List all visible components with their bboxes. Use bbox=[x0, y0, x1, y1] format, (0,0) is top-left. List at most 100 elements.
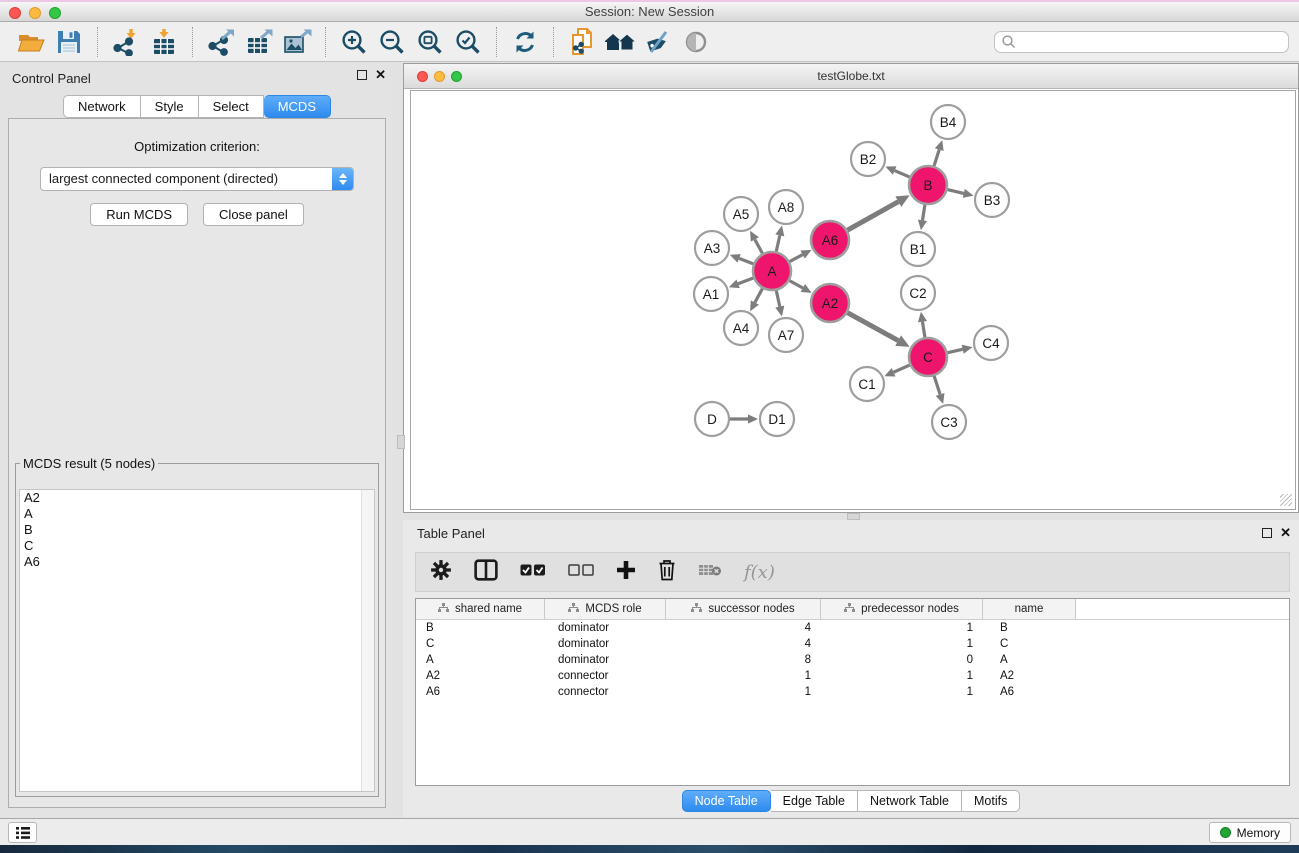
hide-node-labels-icon[interactable] bbox=[639, 26, 677, 58]
table-cell[interactable]: 1 bbox=[666, 684, 821, 700]
show-columns-icon[interactable] bbox=[474, 559, 498, 586]
table-row[interactable]: A6connector11A6 bbox=[416, 684, 1289, 700]
minimize-window-button[interactable] bbox=[29, 7, 41, 19]
table-cell[interactable]: dominator bbox=[545, 652, 666, 668]
column-header-predecessor-nodes[interactable]: predecessor nodes bbox=[821, 599, 983, 619]
export-table-icon[interactable] bbox=[240, 26, 278, 58]
table-cell[interactable]: B bbox=[983, 620, 1076, 636]
show-graphics-details-icon[interactable] bbox=[677, 26, 715, 58]
mcds-result-list[interactable]: A2ABCA6 bbox=[19, 489, 375, 792]
open-file-icon[interactable] bbox=[12, 26, 50, 58]
graph-edge-A-A5[interactable] bbox=[755, 239, 763, 253]
tab-style[interactable]: Style bbox=[141, 95, 199, 118]
zoom-selected-icon[interactable] bbox=[449, 26, 487, 58]
table-row[interactable]: Bdominator41B bbox=[416, 620, 1289, 636]
table-tab-motifs[interactable]: Motifs bbox=[962, 790, 1020, 812]
table-cell[interactable]: A6 bbox=[983, 684, 1076, 700]
table-cell[interactable]: 1 bbox=[821, 684, 983, 700]
graph-edge-A-A2[interactable] bbox=[790, 281, 803, 288]
float-panel-icon[interactable] bbox=[357, 70, 367, 80]
table-cell[interactable]: C bbox=[983, 636, 1076, 652]
column-settings-gear-icon[interactable] bbox=[430, 559, 452, 586]
graph-edge-A-A1[interactable] bbox=[738, 278, 753, 284]
delete-table-disabled-icon[interactable] bbox=[698, 562, 722, 583]
import-network-icon[interactable] bbox=[107, 26, 145, 58]
column-header-shared-name[interactable]: shared name bbox=[416, 599, 545, 619]
graph-edge-A6-B[interactable] bbox=[847, 202, 898, 231]
import-table-icon[interactable] bbox=[145, 26, 183, 58]
save-session-icon[interactable] bbox=[50, 26, 88, 58]
table-cell[interactable]: A bbox=[983, 652, 1076, 668]
float-table-panel-icon[interactable] bbox=[1262, 528, 1272, 538]
table-row[interactable]: Cdominator41C bbox=[416, 636, 1289, 652]
network-canvas[interactable]: B4B2BB3A8A5A6A3B1AA1C2A2A4A7C4CC1C3DD1 bbox=[410, 90, 1296, 510]
table-cell[interactable]: 1 bbox=[821, 636, 983, 652]
mcds-result-item[interactable]: A bbox=[20, 506, 374, 522]
zoom-out-icon[interactable] bbox=[373, 26, 411, 58]
column-header-successor-nodes[interactable]: successor nodes bbox=[666, 599, 821, 619]
table-cell[interactable]: dominator bbox=[545, 620, 666, 636]
close-panel-button[interactable]: Close panel bbox=[203, 203, 304, 226]
table-cell[interactable]: A2 bbox=[416, 668, 545, 684]
export-image-icon[interactable] bbox=[278, 26, 316, 58]
zoom-in-icon[interactable] bbox=[335, 26, 373, 58]
add-column-icon[interactable] bbox=[616, 560, 636, 585]
table-cell[interactable]: 4 bbox=[666, 636, 821, 652]
graph-edge-A-A3[interactable] bbox=[739, 258, 753, 263]
table-tab-node-table[interactable]: Node Table bbox=[682, 790, 771, 812]
table-cell[interactable]: C bbox=[416, 636, 545, 652]
tab-mcds[interactable]: MCDS bbox=[264, 95, 331, 118]
search-input[interactable] bbox=[1017, 35, 1288, 49]
graph-edge-B-B3[interactable] bbox=[947, 190, 963, 194]
browser-home-icon[interactable] bbox=[601, 26, 639, 58]
vertical-scroll-thumb[interactable] bbox=[397, 435, 405, 449]
close-window-button[interactable] bbox=[9, 7, 21, 19]
graph-edge-C-C4[interactable] bbox=[948, 349, 963, 352]
select-all-checkboxes-icon[interactable] bbox=[520, 563, 546, 582]
table-cell[interactable]: 8 bbox=[666, 652, 821, 668]
network-minimize-button[interactable] bbox=[434, 71, 445, 82]
mcds-result-item[interactable]: B bbox=[20, 522, 374, 538]
table-tab-network-table[interactable]: Network Table bbox=[858, 790, 962, 812]
criterion-select[interactable]: largest connected component (directed) bbox=[40, 167, 354, 191]
zoom-window-button[interactable] bbox=[49, 7, 61, 19]
mcds-result-item[interactable]: A2 bbox=[20, 490, 374, 506]
table-row[interactable]: A2connector11A2 bbox=[416, 668, 1289, 684]
network-window-titlebar[interactable]: testGlobe.txt bbox=[404, 64, 1298, 89]
tab-select[interactable]: Select bbox=[199, 95, 264, 118]
resize-grip[interactable] bbox=[1280, 494, 1292, 506]
table-cell[interactable]: connector bbox=[545, 684, 666, 700]
mcds-result-item[interactable]: C bbox=[20, 538, 374, 554]
deselect-all-checkboxes-icon[interactable] bbox=[568, 563, 594, 582]
table-cell[interactable]: A bbox=[416, 652, 545, 668]
graph-edge-B-B4[interactable] bbox=[934, 150, 939, 166]
memory-button[interactable]: Memory bbox=[1209, 822, 1291, 843]
graph-edge-A-A6[interactable] bbox=[790, 255, 803, 262]
table-cell[interactable]: A2 bbox=[983, 668, 1076, 684]
result-scrollbar[interactable] bbox=[361, 490, 374, 791]
table-tab-edge-table[interactable]: Edge Table bbox=[771, 790, 858, 812]
graph-edge-B-B2[interactable] bbox=[895, 171, 910, 178]
clone-network-icon[interactable] bbox=[563, 26, 601, 58]
close-table-panel-icon[interactable]: ✕ bbox=[1280, 528, 1291, 538]
run-mcds-button[interactable]: Run MCDS bbox=[90, 203, 188, 226]
table-cell[interactable]: 1 bbox=[666, 668, 821, 684]
graph-edge-B-B1[interactable] bbox=[922, 205, 924, 221]
graph-edge-C-C1[interactable] bbox=[894, 365, 910, 372]
tab-network[interactable]: Network bbox=[63, 95, 141, 118]
delete-column-icon[interactable] bbox=[658, 559, 676, 586]
table-cell[interactable]: 1 bbox=[821, 668, 983, 684]
mcds-result-item[interactable]: A6 bbox=[20, 554, 374, 570]
function-builder-icon[interactable]: f(x) bbox=[744, 562, 775, 583]
graph-edge-C-C3[interactable] bbox=[934, 376, 940, 394]
horizontal-scroll-thumb[interactable] bbox=[847, 513, 860, 520]
table-cell[interactable]: 0 bbox=[821, 652, 983, 668]
zoom-fit-icon[interactable] bbox=[411, 26, 449, 58]
graph-edge-A-A8[interactable] bbox=[776, 235, 780, 251]
export-network-icon[interactable] bbox=[202, 26, 240, 58]
graph-edge-A2-C[interactable] bbox=[848, 313, 899, 341]
graph-edge-A-A7[interactable] bbox=[776, 291, 780, 307]
network-graph[interactable]: B4B2BB3A8A5A6A3B1AA1C2A2A4A7C4CC1C3DD1 bbox=[411, 91, 1297, 512]
table-cell[interactable]: B bbox=[416, 620, 545, 636]
table-row[interactable]: Adominator80A bbox=[416, 652, 1289, 668]
